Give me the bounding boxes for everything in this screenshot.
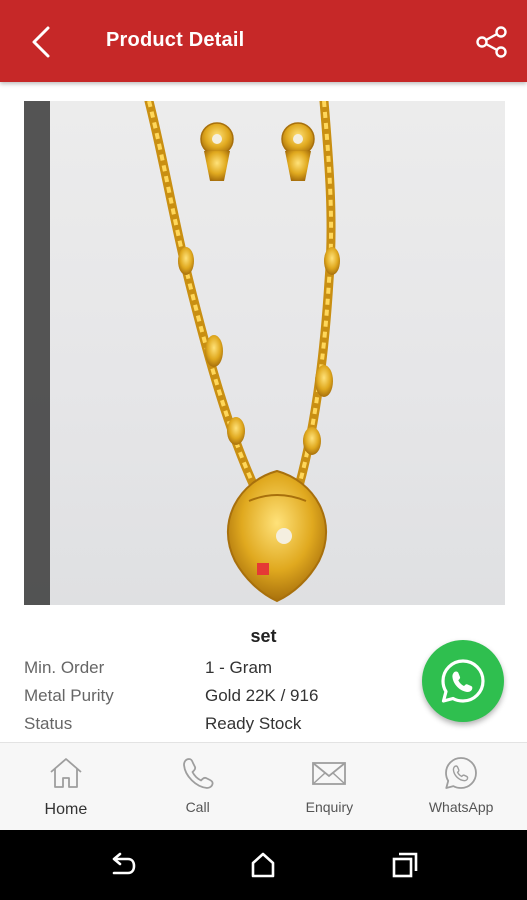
- home-icon: [50, 758, 82, 788]
- spec-row-metal-purity: Metal Purity Gold 22K / 916: [24, 682, 424, 710]
- whatsapp-icon: [445, 757, 478, 789]
- product-image[interactable]: [24, 101, 505, 605]
- system-navigation-bar: [0, 830, 527, 900]
- spec-label: Min. Order: [24, 658, 105, 677]
- system-recents-icon[interactable]: [390, 850, 420, 880]
- share-icon[interactable]: [474, 24, 510, 60]
- spec-label: Status: [24, 714, 73, 733]
- whatsapp-icon: [441, 659, 485, 703]
- app-bar: Product Detail: [0, 0, 527, 82]
- spec-row-status: Status Ready Stock: [24, 710, 424, 738]
- mail-icon: [312, 762, 347, 785]
- phone-icon: [182, 758, 214, 789]
- product-specs: Min. Order 1 - Gram Metal Purity Gold 22…: [24, 654, 424, 738]
- nav-item-whatsapp[interactable]: WhatsApp: [395, 743, 527, 830]
- whatsapp-fab-button[interactable]: [422, 640, 504, 722]
- system-back-icon[interactable]: [108, 850, 138, 880]
- nav-label: Call: [185, 799, 210, 815]
- spec-value: Ready Stock: [205, 714, 302, 733]
- spec-label: Metal Purity: [24, 686, 114, 705]
- nav-label: WhatsApp: [428, 799, 494, 815]
- nav-label: Home: [44, 801, 88, 818]
- spec-row-min-order: Min. Order 1 - Gram: [24, 654, 424, 682]
- nav-item-call[interactable]: Call: [132, 743, 264, 830]
- spec-value: Gold 22K / 916: [205, 686, 319, 705]
- back-arrow-icon[interactable]: [26, 24, 58, 60]
- spec-value: 1 - Gram: [205, 658, 273, 677]
- page-title: Product Detail: [106, 29, 245, 51]
- necklace-illustration: [24, 101, 340, 605]
- system-home-icon[interactable]: [248, 850, 278, 880]
- nav-item-home[interactable]: Home: [0, 743, 132, 830]
- nav-item-enquiry[interactable]: Enquiry: [264, 743, 396, 830]
- bottom-navigation: Home Call Enquiry WhatsApp: [0, 742, 527, 830]
- nav-label: Enquiry: [305, 799, 354, 815]
